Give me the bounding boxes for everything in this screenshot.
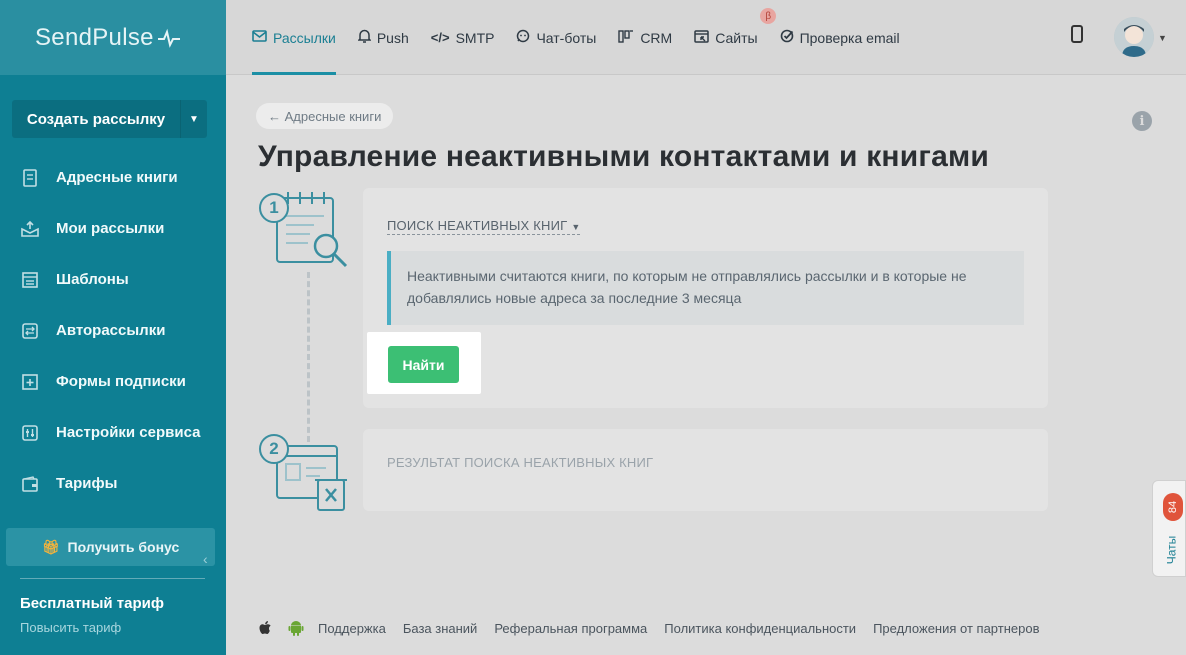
footer: Поддержка База знаний Реферальная програ…: [258, 618, 1056, 638]
page-title: Управление неактивными контактами и книг…: [258, 140, 989, 173]
sidebar-item-label: Авторассылки: [56, 322, 166, 339]
tab-email-verification[interactable]: Проверка email: [780, 0, 900, 75]
templates-icon: [20, 271, 40, 289]
logo[interactable]: SendPulse: [0, 0, 226, 75]
sidebar-divider: [20, 578, 205, 579]
plan-title: Бесплатный тариф: [20, 595, 165, 612]
tab-label: Сайты: [715, 29, 758, 46]
find-button[interactable]: Найти: [388, 346, 459, 383]
search-inactive-books-card: ПОИСК НЕАКТИВНЫХ КНИГ ▼ Неактивными счита…: [363, 188, 1048, 408]
step-connector-line: [307, 272, 310, 442]
tab-label: Рассылки: [273, 29, 336, 46]
sidebar-item-tariffs[interactable]: Тарифы: [0, 458, 226, 509]
footer-link-knowledge-base[interactable]: База знаний: [403, 621, 478, 636]
avatar-person-icon: [1114, 17, 1154, 57]
tab-label: Чат-боты: [536, 29, 597, 46]
caret-down-icon: ▼: [189, 113, 199, 125]
section-toggle-label: ПОИСК НЕАКТИВНЫХ КНИГ: [387, 218, 568, 233]
mobile-app-icon[interactable]: [1071, 25, 1083, 43]
tab-smtp[interactable]: </> SMTP: [431, 0, 495, 75]
tab-label: Проверка email: [799, 29, 900, 46]
sidebar-item-label: Мои рассылки: [56, 220, 165, 237]
create-campaign-button[interactable]: Создать рассылку: [12, 100, 180, 138]
logo-text: SendPulse: [35, 23, 154, 51]
footer-link-privacy-policy[interactable]: Политика конфиденциальности: [664, 621, 856, 636]
footer-link-partner-offers[interactable]: Предложения от партнеров: [873, 621, 1039, 636]
inactive-definition-note: Неактивными считаются книги, по которым …: [387, 251, 1024, 325]
chats-label-text: Чаты: [1164, 535, 1178, 565]
chats-widget-tab[interactable]: 84 Чаты: [1152, 480, 1186, 577]
chats-label: Чаты: [1161, 533, 1181, 567]
sidebar-item-label: Тарифы: [56, 475, 118, 492]
footer-link-support[interactable]: Поддержка: [318, 621, 386, 636]
sidebar-item-subscription-forms[interactable]: Формы подписки: [0, 356, 226, 407]
envelope-icon: [252, 30, 267, 45]
product-tabs: Рассылки Push </> SMTP Чат-боты CRM Сайт…: [252, 0, 922, 75]
search-results-card: РЕЗУЛЬТАТ ПОИСКА НЕАКТИВНЫХ КНИГ: [363, 429, 1048, 511]
sidebar-item-service-settings[interactable]: Настройки сервиса: [0, 407, 226, 458]
top-bar: Рассылки Push </> SMTP Чат-боты CRM Сайт…: [226, 0, 1186, 75]
caret-down-icon: ▼: [571, 222, 581, 232]
upgrade-plan-link[interactable]: Повысить тариф: [20, 620, 121, 635]
beta-badge: β: [760, 8, 777, 24]
sites-icon: [694, 29, 709, 46]
bell-icon: [357, 29, 372, 46]
sidebar-nav: Адресные книги Мои рассылки Шаблоны Авто…: [0, 152, 226, 509]
chatbot-icon: [516, 29, 530, 46]
chats-count: 84: [1167, 500, 1179, 514]
tab-mailings[interactable]: Рассылки: [252, 0, 336, 75]
search-inactive-books-toggle[interactable]: ПОИСК НЕАКТИВНЫХ КНИГ ▼: [387, 218, 581, 235]
code-icon: </>: [430, 30, 450, 45]
android-icon[interactable]: [288, 620, 304, 636]
chats-count-badge: 84: [1163, 493, 1183, 521]
get-bonus-label: Получить бонус: [67, 539, 180, 555]
tab-sites[interactable]: Сайты β: [694, 0, 777, 75]
sidebar-item-label: Адресные книги: [56, 169, 178, 186]
wallet-icon: [20, 475, 40, 493]
create-campaign-dropdown-button[interactable]: ▼: [180, 100, 207, 138]
tab-push[interactable]: Push: [357, 0, 409, 75]
settings-icon: [20, 424, 40, 442]
main-content: ← Адресные книги i Управление неактивным…: [226, 76, 1186, 655]
step-2-badge: 2: [259, 434, 289, 464]
sidebar: SendPulse Создать рассылку ▼ Адресные кн…: [0, 0, 226, 655]
back-to-address-books-button[interactable]: ← Адресные книги: [256, 103, 394, 129]
check-circle-icon: [780, 29, 794, 46]
tab-label: CRM: [640, 29, 673, 46]
address-book-icon: [20, 168, 40, 187]
mailings-icon: [20, 220, 40, 238]
account-menu-caret-icon[interactable]: ▼: [1158, 33, 1167, 43]
sidebar-item-label: Шаблоны: [56, 271, 129, 288]
tab-chatbots[interactable]: Чат-боты: [516, 0, 596, 75]
pulse-logo-icon: [157, 28, 180, 48]
create-campaign-group: Создать рассылку ▼: [12, 100, 207, 138]
tab-crm[interactable]: CRM: [618, 0, 672, 75]
sidebar-item-label: Настройки сервиса: [56, 424, 201, 441]
tab-label: Push: [376, 29, 409, 46]
search-results-title: РЕЗУЛЬТАТ ПОИСКА НЕАКТИВНЫХ КНИГ: [387, 455, 654, 470]
info-icon[interactable]: i: [1132, 111, 1152, 131]
sidebar-item-my-mailings[interactable]: Мои рассылки: [0, 203, 226, 254]
find-button-highlight: Найти: [367, 332, 481, 394]
sidebar-item-automation[interactable]: Авторассылки: [0, 305, 226, 356]
automation-icon: [20, 322, 40, 340]
user-avatar[interactable]: [1114, 17, 1154, 57]
gift-icon: 🎁︎: [41, 538, 60, 555]
get-bonus-button[interactable]: 🎁︎ Получить бонус: [6, 528, 215, 566]
footer-link-referral-program[interactable]: Реферальная программа: [494, 621, 647, 636]
sidebar-item-address-books[interactable]: Адресные книги: [0, 152, 226, 203]
step-1-badge: 1: [259, 193, 289, 223]
subscription-form-icon: [20, 373, 40, 391]
sidebar-item-label: Формы подписки: [56, 373, 186, 390]
crm-icon: [618, 29, 634, 46]
sidebar-item-templates[interactable]: Шаблоны: [0, 254, 226, 305]
apple-icon[interactable]: [258, 620, 274, 636]
tab-label: SMTP: [455, 29, 495, 46]
collapse-sidebar-icon[interactable]: ‹: [203, 551, 208, 567]
